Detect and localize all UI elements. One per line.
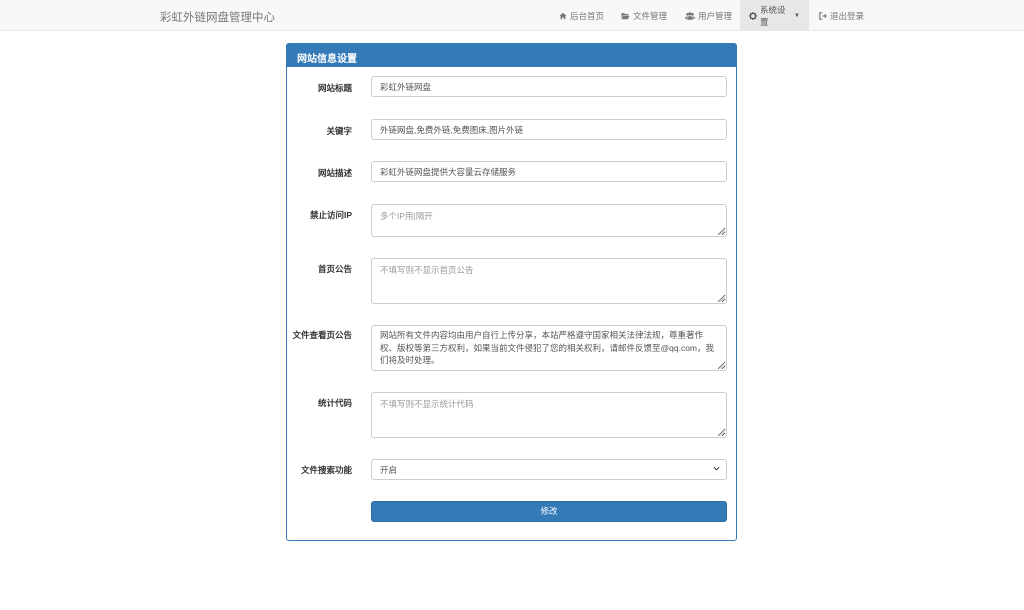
blocked-ip-placeholder: 多个IP用|隔开: [380, 211, 433, 221]
brand-title[interactable]: 彩虹外链网盘管理中心: [160, 9, 275, 25]
users-icon: [685, 11, 695, 20]
stats-code-label: 统计代码: [317, 398, 352, 408]
nav-item-logout[interactable]: 退出登录: [810, 0, 873, 31]
file-notice-label: 文件查看页公告: [292, 330, 352, 340]
nav-item-label: 退出登录: [830, 10, 865, 21]
file-notice-textarea[interactable]: 网站所有文件内容均由用户自行上传分享，本站严格遵守国家相关法律法规，尊重著作权、…: [371, 325, 727, 371]
nav-item-label: 文件管理: [633, 10, 668, 21]
nav-item-label: 用户管理: [698, 10, 733, 21]
file-search-selected: 开启: [380, 465, 398, 475]
blocked-ip-textarea[interactable]: 多个IP用|隔开: [371, 204, 727, 237]
folder-open-icon: [621, 12, 630, 20]
home-notice-label: 首页公告: [317, 264, 352, 274]
nav-item-settings[interactable]: 系统设置 ▼: [740, 0, 809, 31]
gear-icon: [749, 11, 757, 20]
resize-grip-icon[interactable]: [719, 229, 725, 235]
top-navbar: 彩虹外链网盘管理中心 后台首页 文件管理 用户管理 系统设置 ▼ 退出登录: [0, 0, 1024, 31]
blocked-ip-label: 禁止访问IP: [309, 210, 352, 220]
logout-icon: [819, 11, 827, 20]
site-settings-panel: 网站信息设置 网站标题 彩虹外链网盘 关键字 外链网盘,免费外链,免费图床,图片…: [286, 43, 737, 541]
nav-item-home[interactable]: 后台首页: [550, 0, 613, 31]
home-icon: [559, 12, 567, 20]
site-title-input[interactable]: 彩虹外链网盘: [371, 76, 727, 97]
nav-item-label: 后台首页: [570, 10, 605, 21]
nav-item-files[interactable]: 文件管理: [612, 0, 676, 31]
home-notice-placeholder: 不填写则不显示首页公告: [380, 265, 474, 275]
description-input[interactable]: 彩虹外链网盘提供大容量云存储服务: [371, 161, 727, 182]
resize-grip-icon[interactable]: [719, 430, 725, 436]
nav-item-label: 系统设置: [760, 4, 786, 27]
file-search-label: 文件搜索功能: [300, 465, 352, 475]
nav-item-users[interactable]: 用户管理: [676, 0, 741, 31]
file-search-select[interactable]: 开启: [371, 459, 727, 480]
panel-title: 网站信息设置: [287, 44, 736, 67]
caret-down-icon: ▼: [794, 12, 800, 19]
stats-code-placeholder: 不填写则不显示统计代码: [380, 399, 474, 409]
keywords-input[interactable]: 外链网盘,免费外链,免费图床,图片外链: [371, 119, 727, 140]
description-label: 网站描述: [317, 168, 352, 178]
site-title-label: 网站标题: [317, 83, 352, 93]
file-notice-text: 网站所有文件内容均由用户自行上传分享，本站严格遵守国家相关法律法规，尊重著作权、…: [380, 330, 715, 365]
resize-grip-icon[interactable]: [719, 363, 725, 369]
keywords-label: 关键字: [326, 126, 352, 136]
home-notice-textarea[interactable]: 不填写则不显示首页公告: [371, 258, 727, 304]
resize-grip-icon[interactable]: [719, 296, 725, 302]
stats-code-textarea[interactable]: 不填写则不显示统计代码: [371, 392, 727, 438]
chevron-down-icon: [713, 466, 720, 471]
submit-button[interactable]: 修改: [371, 501, 727, 522]
